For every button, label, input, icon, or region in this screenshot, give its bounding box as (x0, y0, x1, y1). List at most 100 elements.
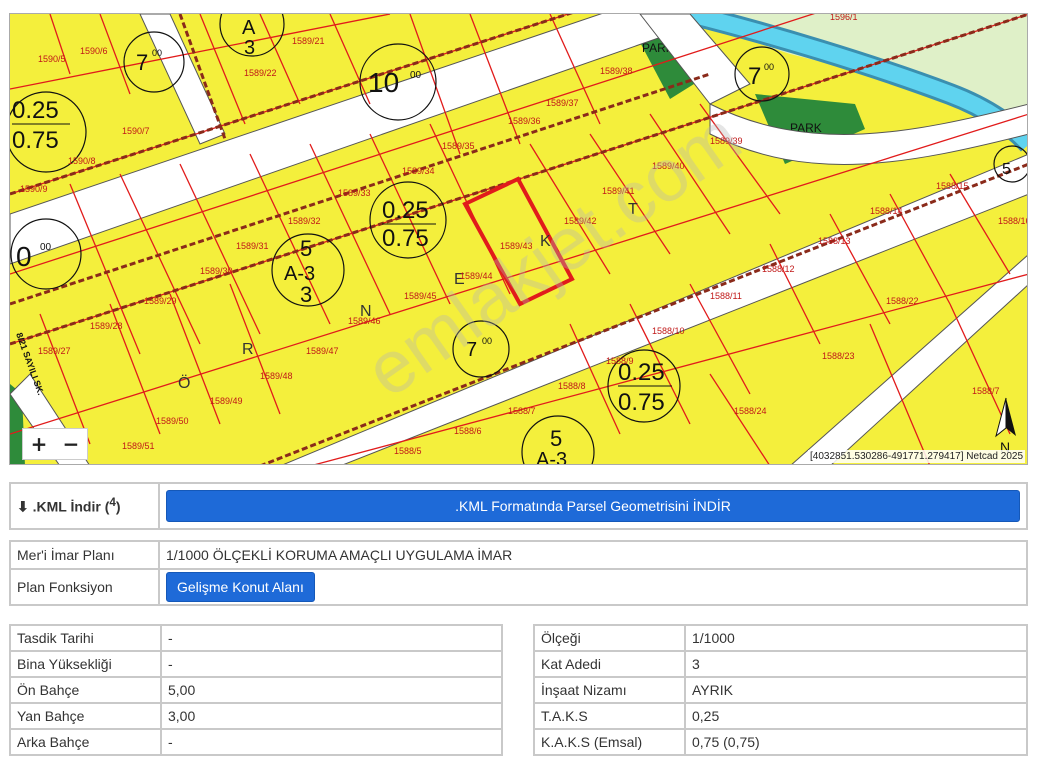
detail-row: Arka Bahçe - (9, 728, 503, 756)
detail-row: Bina Yüksekliği - (9, 650, 503, 678)
map-canvas[interactable]: PARK PARK 7 00 10 00 7 00 0.25 0.75 0 00… (10, 14, 1028, 465)
parcel-label[interactable]: 1589/44 (460, 271, 493, 281)
parcel-label[interactable]: 1589/49 (210, 396, 243, 406)
parcel-label[interactable]: 1589/31 (236, 241, 269, 251)
parcel-label[interactable]: 1588/8 (558, 381, 586, 391)
parcel-label[interactable]: 1588/14 (870, 206, 903, 216)
parcel-label[interactable]: 1588/24 (734, 406, 767, 416)
parcel-label[interactable]: 1590/5 (38, 54, 66, 64)
kml-download-button[interactable]: .KML Formatında Parsel Geometrisini İNDİ… (166, 490, 1020, 522)
parcel-label[interactable]: 1589/30 (200, 266, 233, 276)
parcel-label[interactable]: 1589/27 (38, 346, 71, 356)
detail-row: T.A.K.S 0,25 (533, 702, 1028, 730)
detail-value: 3,00 (160, 702, 503, 730)
parcel-label[interactable]: 1589/48 (260, 371, 293, 381)
parcel-label[interactable]: 1590/6 (80, 46, 108, 56)
detail-value: 0,25 (684, 702, 1028, 730)
parcel-label[interactable]: 1588/15 (936, 181, 969, 191)
zoning-map[interactable]: PARK PARK 7 00 10 00 7 00 0.25 0.75 0 00… (9, 13, 1028, 465)
detail-label: Yan Bahçe (9, 702, 162, 730)
parcel-label[interactable]: 1589/41 (602, 186, 635, 196)
parcel-label[interactable]: 1589/34 (402, 166, 435, 176)
kml-label: ⬇ .KML İndir (4) (9, 482, 160, 530)
detail-row: Ön Bahçe 5,00 (9, 676, 503, 704)
area-name-letter: Ö (178, 374, 190, 392)
detail-row: Ölçeği 1/1000 (533, 624, 1028, 652)
area-name-letter: T (628, 201, 638, 218)
parcel-label[interactable]: 1588/10 (652, 326, 685, 336)
parcel-label[interactable]: 1596/1 (830, 14, 858, 22)
height-sup: 00 (482, 336, 492, 346)
detail-value: 5,00 (160, 676, 503, 704)
parcel-label[interactable]: 1589/36 (508, 116, 541, 126)
parcel-label[interactable]: 1589/47 (306, 346, 339, 356)
parcel-label[interactable]: 1590/9 (20, 184, 48, 194)
parcel-label[interactable]: 1589/45 (404, 291, 437, 301)
ratio-label: 0.75 (12, 127, 59, 154)
area-name-letter: R (242, 341, 254, 358)
detail-label: İnşaat Nizamı (533, 676, 686, 704)
details-right-table: Ölçeği 1/1000 Kat Adedi 3 İnşaat Nizamı AYRIK… (533, 624, 1028, 756)
parcel-label[interactable]: 1589/29 (144, 296, 177, 306)
parcel-label[interactable]: 1588/16 (998, 216, 1028, 226)
parcel-label[interactable]: 1589/42 (564, 216, 597, 226)
zone-label: 5 (550, 426, 562, 451)
parcel-label[interactable]: 1588/13 (818, 236, 851, 246)
parcel-label[interactable]: 1588/7 (508, 406, 536, 416)
height-label: 7 (748, 63, 761, 90)
parcel-label[interactable]: 1589/28 (90, 321, 123, 331)
area-name-letter: K (540, 233, 551, 250)
parcel-label[interactable]: 1588/22 (886, 296, 919, 306)
parcel-label[interactable]: 1588/5 (394, 446, 422, 456)
parcel-label[interactable]: 1589/35 (442, 141, 475, 151)
detail-label: Arka Bahçe (9, 728, 162, 756)
parcel-label[interactable]: 1590/7 (122, 126, 150, 136)
zone-label: A-3 (536, 449, 567, 465)
parcel-label[interactable]: 1588/6 (454, 426, 482, 436)
height-label: 0 (16, 241, 32, 272)
detail-row: Kat Adedi 3 (533, 650, 1028, 678)
parcel-label[interactable]: 1589/39 (710, 136, 743, 146)
kml-button-cell: .KML Formatında Parsel Geometrisini İNDİ… (158, 482, 1028, 530)
parcel-label[interactable]: 1589/32 (288, 216, 321, 226)
height-sup: 00 (410, 70, 422, 81)
parcel-label[interactable]: 1588/11 (710, 291, 742, 301)
parcel-label[interactable]: 1588/9 (606, 356, 634, 366)
parcel-label[interactable]: 1589/33 (338, 188, 371, 198)
parcel-label[interactable]: 1589/46 (348, 316, 381, 326)
parcel-label[interactable]: 1588/7 (972, 386, 1000, 396)
kml-label-text: .KML İndir ( (32, 498, 110, 515)
parcel-label[interactable]: 1588/12 (762, 264, 795, 274)
ratio-label: 0.25 (12, 97, 59, 124)
detail-value: 0,75 (0,75) (684, 728, 1028, 756)
ratio-label: 0.25 (382, 197, 429, 224)
zoom-out-button[interactable]: − (55, 429, 87, 459)
detail-row: Tasdik Tarihi - (9, 624, 503, 652)
detail-label: Kat Adedi (533, 650, 686, 678)
zone-label: A (242, 17, 256, 39)
height-sup: 00 (152, 48, 162, 58)
zoom-control[interactable]: + − (22, 428, 88, 460)
coordinate-readout: [4032851.530286-491771.279417] Netcad 20… (808, 450, 1025, 463)
download-icon: ⬇ (17, 498, 29, 515)
parcel-label[interactable]: 1589/22 (244, 68, 277, 78)
parcel-label[interactable]: 1589/43 (500, 241, 533, 251)
parcel-label[interactable]: 1588/23 (822, 351, 855, 361)
detail-row: İnşaat Nizamı AYRIK (533, 676, 1028, 704)
height-label: 5 (1002, 161, 1011, 178)
height-label: 7 (136, 50, 148, 75)
ratio-label: 0.75 (382, 225, 429, 252)
parcel-label[interactable]: 1589/21 (292, 36, 325, 46)
parcel-label[interactable]: 1589/37 (546, 98, 579, 108)
fonksiyon-label: Plan Fonksiyon (9, 568, 160, 606)
parcel-label[interactable]: 1589/50 (156, 416, 189, 426)
zoom-in-button[interactable]: + (23, 429, 55, 459)
parcel-label[interactable]: 1589/38 (600, 66, 633, 76)
detail-value: 1/1000 (684, 624, 1028, 652)
fonksiyon-cell: Gelişme Konut Alanı (158, 568, 1028, 606)
parcel-label[interactable]: 1590/8 (68, 156, 96, 166)
kml-label-close: ) (115, 498, 121, 515)
fonksiyon-button[interactable]: Gelişme Konut Alanı (166, 572, 315, 602)
parcel-label[interactable]: 1589/40 (652, 161, 685, 171)
parcel-label[interactable]: 1589/51 (122, 441, 155, 451)
